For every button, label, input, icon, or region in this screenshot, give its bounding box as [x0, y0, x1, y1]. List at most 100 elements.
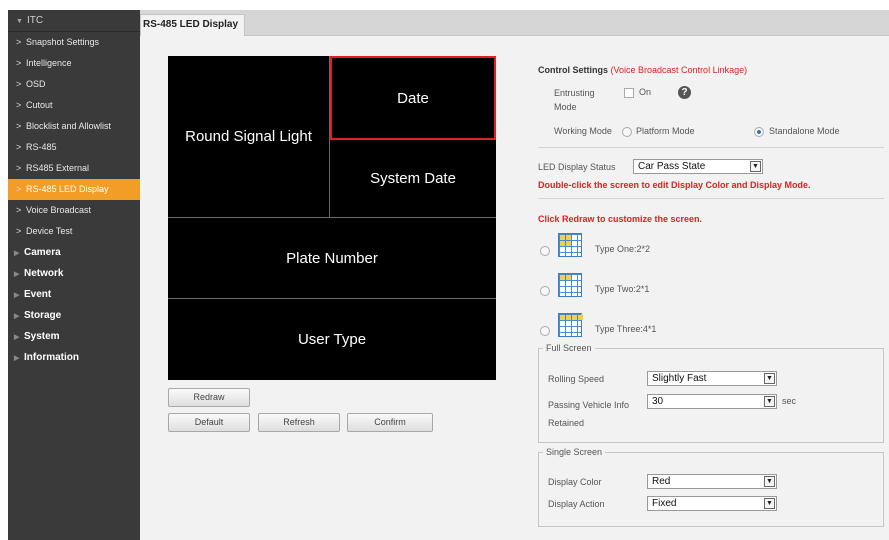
screen-cell-system-date[interactable]: System Date — [330, 140, 496, 218]
dropdown-arrow-icon: ▼ — [764, 396, 775, 407]
display-color-select[interactable]: Red ▼ — [647, 474, 777, 489]
redraw-button[interactable]: Redraw — [168, 388, 250, 407]
sidebar-item-osd[interactable]: > OSD — [8, 74, 140, 95]
led-screen-preview[interactable]: Round Signal Light Date System Date Plat… — [168, 56, 496, 380]
chevron-right-icon: > — [16, 142, 22, 152]
sidebar-section-label: Camera — [24, 247, 61, 258]
platform-mode-label: Platform Mode — [636, 126, 695, 136]
sidebar-section-label: Information — [24, 352, 79, 363]
standalone-mode-label: Standalone Mode — [769, 126, 840, 136]
default-button[interactable]: Default — [168, 413, 250, 432]
sidebar-item-rs485[interactable]: > RS-485 — [8, 137, 140, 158]
chevron-right-icon: > — [16, 58, 22, 68]
sidebar-item-label: Intelligence — [26, 58, 72, 68]
main-panel: RS-485 LED Display Round Signal Light Da… — [140, 10, 889, 540]
sidebar-section-network[interactable]: ▶ Network — [8, 263, 140, 284]
sidebar-section-label: Network — [24, 268, 64, 279]
sidebar-item-label: Snapshot Settings — [26, 37, 100, 47]
led-status-select[interactable]: Car Pass State ▼ — [633, 159, 763, 174]
sidebar-item-device-test[interactable]: > Device Test — [8, 221, 140, 242]
chevron-right-icon: > — [16, 100, 22, 110]
confirm-button[interactable]: Confirm — [347, 413, 433, 432]
sidebar-item-rs485-led-display[interactable]: > RS-485 LED Display — [8, 179, 140, 200]
entrusting-mode-checkbox[interactable] — [624, 88, 634, 98]
display-action-label: Display Action — [548, 499, 605, 509]
type-one-label: Type One:2*2 — [595, 244, 651, 254]
sidebar-item-voice-broadcast[interactable]: > Voice Broadcast — [8, 200, 140, 221]
sidebar-item-label: OSD — [26, 79, 46, 89]
rolling-speed-select[interactable]: Slightly Fast ▼ — [647, 371, 777, 386]
expand-triangle-icon: ▶ — [14, 292, 20, 299]
tab-rs485-led-display[interactable]: RS-485 LED Display — [140, 14, 246, 36]
type-three-radio[interactable] — [540, 326, 550, 336]
entrusting-mode-label: Entrusting Mode — [554, 88, 595, 112]
screen-cell-round-signal-light[interactable]: Round Signal Light — [168, 56, 330, 218]
full-screen-legend: Full Screen — [546, 343, 592, 353]
layout-2x2-icon — [558, 233, 582, 257]
sidebar-item-label: RS-485 LED Display — [26, 184, 109, 194]
single-screen-legend: Single Screen — [546, 447, 603, 457]
led-status-value: Car Pass State — [638, 161, 706, 172]
screen-cell-date[interactable]: Date — [330, 56, 496, 140]
sidebar-section-system[interactable]: ▶ System — [8, 326, 140, 347]
sidebar-item-rs485-external[interactable]: > RS485 External — [8, 158, 140, 179]
sidebar-item-label: Voice Broadcast — [26, 205, 92, 215]
platform-mode-radio[interactable] — [622, 127, 632, 137]
entrusting-on-label: On — [639, 87, 652, 97]
sidebar-item-label: Blocklist and Allowlist — [26, 121, 112, 131]
control-settings-title: Control Settings (Voice Broadcast Contro… — [538, 65, 747, 75]
chevron-right-icon: > — [16, 79, 22, 89]
screen-cell-plate-number[interactable]: Plate Number — [168, 218, 496, 299]
help-icon[interactable]: ? — [678, 86, 691, 99]
display-action-value: Fixed — [652, 498, 677, 509]
chevron-right-icon: > — [16, 184, 22, 194]
expand-triangle-icon: ▶ — [14, 250, 20, 257]
type-two-label: Type Two:2*1 — [595, 284, 650, 294]
standalone-mode-radio[interactable] — [754, 127, 764, 137]
dropdown-arrow-icon: ▼ — [764, 476, 775, 487]
expand-triangle-icon: ▶ — [14, 334, 20, 341]
sidebar-item-intelligence[interactable]: > Intelligence — [8, 53, 140, 74]
led-status-label: LED Display Status — [538, 162, 616, 172]
collapse-triangle-icon: ▼ — [16, 18, 23, 25]
divider — [538, 147, 884, 148]
type-two-radio[interactable] — [540, 286, 550, 296]
sidebar-section-label: Storage — [24, 310, 62, 321]
sidebar-item-label: Device Test — [26, 226, 73, 236]
sidebar-section-storage[interactable]: ▶ Storage — [8, 305, 140, 326]
rolling-speed-value: Slightly Fast — [652, 373, 707, 384]
chevron-right-icon: > — [16, 121, 22, 131]
sidebar-header-itc[interactable]: ▼ ITC — [8, 10, 140, 32]
double-click-hint: Double-click the screen to edit Display … — [538, 180, 811, 190]
redraw-hint: Click Redraw to customize the screen. — [538, 214, 703, 224]
passing-vehicle-unit: sec — [782, 396, 797, 406]
passing-vehicle-input[interactable]: 30 ▼ — [647, 394, 777, 409]
dropdown-arrow-icon: ▼ — [764, 498, 775, 509]
sidebar-section-information[interactable]: ▶ Information — [8, 347, 140, 368]
control-settings-note: (Voice Broadcast Control Linkage) — [610, 65, 748, 75]
sidebar-section-event[interactable]: ▶ Event — [8, 284, 140, 305]
working-mode-label: Working Mode — [554, 126, 612, 136]
sidebar-item-blocklist[interactable]: > Blocklist and Allowlist — [8, 116, 140, 137]
rolling-speed-label: Rolling Speed — [548, 374, 605, 384]
sidebar-item-label: RS-485 — [26, 142, 57, 152]
sidebar-section-label: Event — [24, 289, 52, 300]
display-color-label: Display Color — [548, 477, 602, 487]
refresh-button[interactable]: Refresh — [258, 413, 340, 432]
screen-cell-user-type[interactable]: User Type — [168, 299, 496, 380]
type-one-radio[interactable] — [540, 246, 550, 256]
chevron-right-icon: > — [16, 163, 22, 173]
display-action-select[interactable]: Fixed ▼ — [647, 496, 777, 511]
passing-vehicle-value: 30 — [652, 396, 664, 407]
expand-triangle-icon: ▶ — [14, 313, 20, 320]
sidebar-item-label: Cutout — [26, 100, 53, 110]
expand-triangle-icon: ▶ — [14, 355, 20, 362]
type-three-label: Type Three:4*1 — [595, 324, 657, 334]
chevron-right-icon: > — [16, 37, 22, 47]
divider — [538, 198, 884, 199]
dropdown-arrow-icon: ▼ — [750, 161, 761, 172]
sidebar-header-label: ITC — [26, 15, 44, 26]
sidebar-item-cutout[interactable]: > Cutout — [8, 95, 140, 116]
sidebar-section-camera[interactable]: ▶ Camera — [8, 242, 140, 263]
sidebar-item-snapshot-settings[interactable]: > Snapshot Settings — [8, 32, 140, 53]
